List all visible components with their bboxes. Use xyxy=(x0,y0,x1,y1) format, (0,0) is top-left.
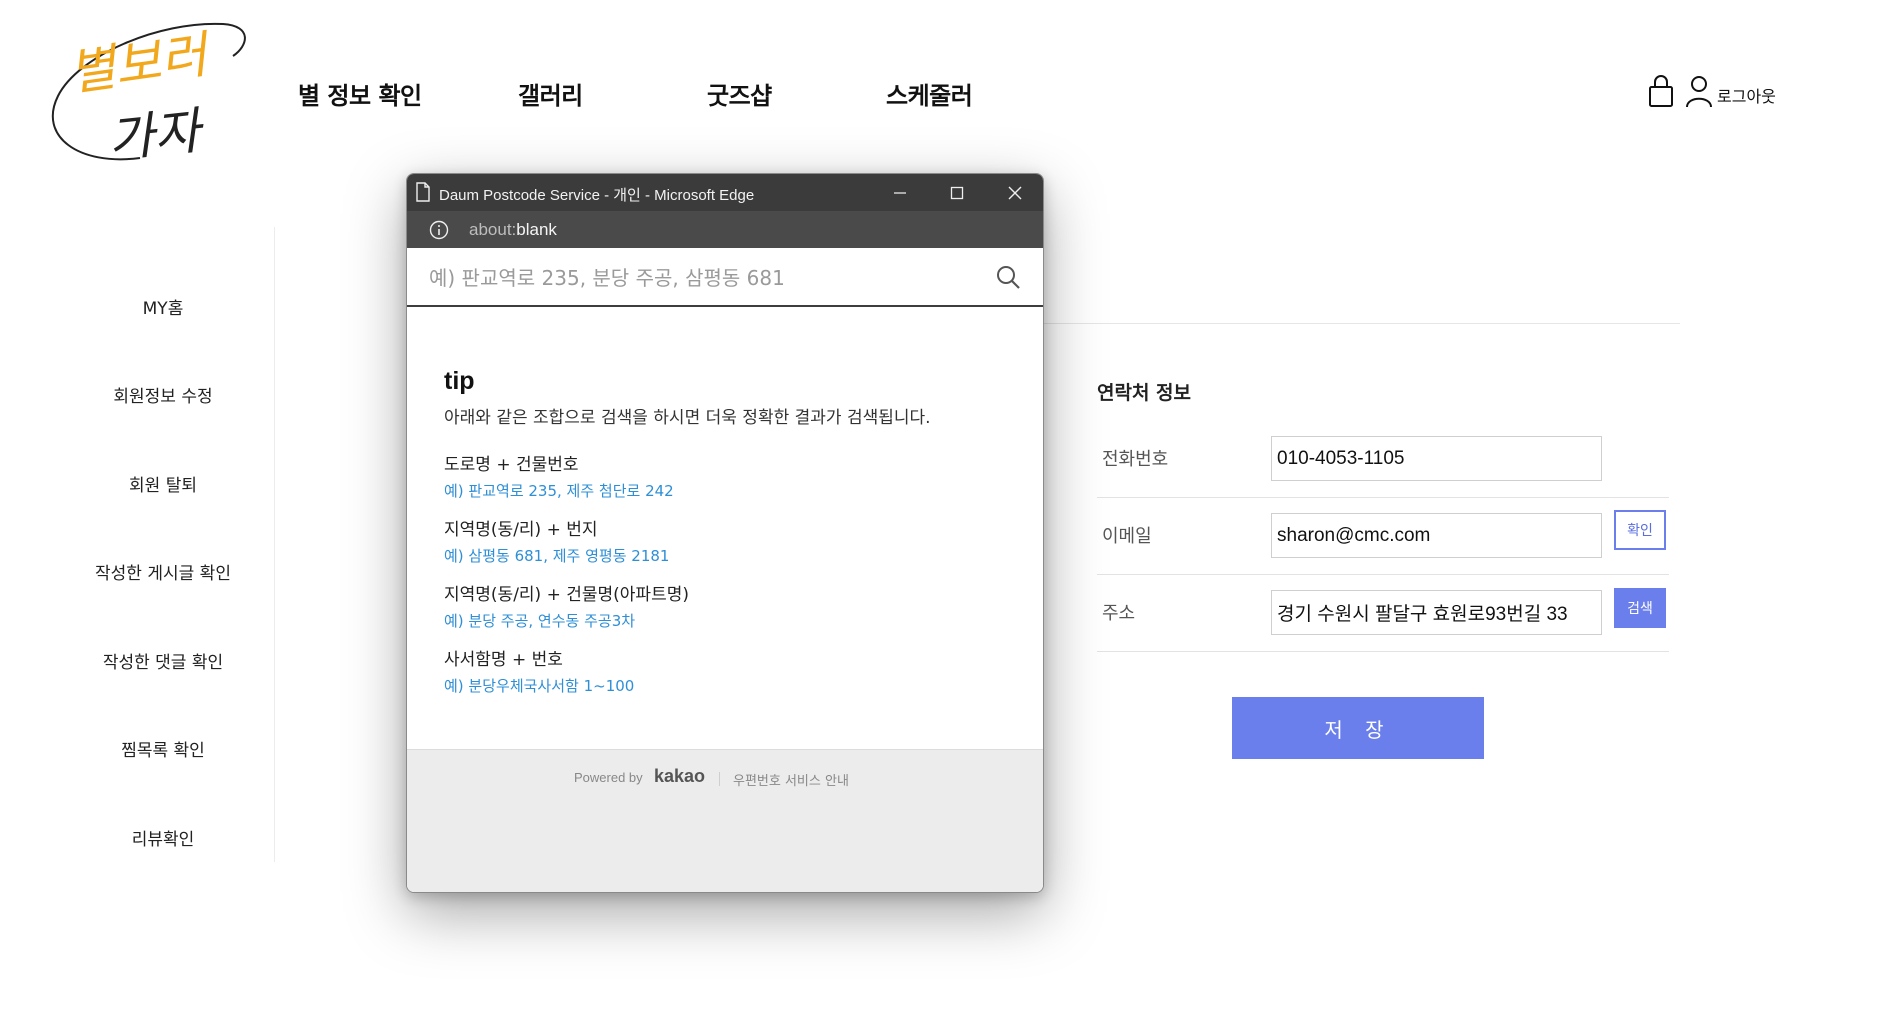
row-divider xyxy=(1097,651,1669,652)
maximize-icon[interactable] xyxy=(929,174,985,211)
logo-swoosh: 별보러 가자 xyxy=(51,22,246,169)
sidebar-divider xyxy=(274,227,275,862)
nav-scheduler[interactable]: 스케줄러 xyxy=(886,76,973,111)
nav-gallery[interactable]: 갤러리 xyxy=(518,76,583,111)
minimize-icon[interactable] xyxy=(872,174,928,211)
kakao-logo[interactable]: kakao xyxy=(654,766,705,787)
user-icon[interactable] xyxy=(1685,74,1713,112)
phone-field[interactable]: 010-4053-1105 xyxy=(1271,436,1602,481)
url-scheme: about: xyxy=(469,220,517,239)
logo-text-go: 가자 xyxy=(105,101,208,169)
postcode-popup-window: Daum Postcode Service - 개인 - Microsoft E… xyxy=(406,173,1044,893)
form-top-divider xyxy=(1040,323,1680,324)
sidebar-item-reviews[interactable]: 리뷰확인 xyxy=(0,825,326,850)
email-field[interactable]: sharon@cmc.com xyxy=(1271,513,1602,558)
sidebar-item-my-posts[interactable]: 작성한 게시글 확인 xyxy=(0,559,326,584)
postcode-footer: Powered by kakao 우편번호 서비스 안내 xyxy=(407,749,1043,892)
email-confirm-button[interactable]: 확인 xyxy=(1614,510,1666,550)
address-field[interactable]: 경기 수원시 팔달구 효원로93번길 33 xyxy=(1271,590,1602,635)
footer-separator xyxy=(719,772,720,786)
logout-link[interactable]: 로그아웃 xyxy=(1717,83,1776,107)
site-logo[interactable]: 별보러 가자 xyxy=(48,16,248,186)
nav-star-info[interactable]: 별 정보 확인 xyxy=(298,76,422,111)
search-icon[interactable] xyxy=(995,264,1021,294)
sidebar-item-my-comments[interactable]: 작성한 댓글 확인 xyxy=(0,648,326,673)
contact-section-title: 연락처 정보 xyxy=(1097,382,1192,404)
logo-text-star: 별보러 xyxy=(65,25,214,102)
window-titlebar[interactable]: Daum Postcode Service - 개인 - Microsoft E… xyxy=(407,174,1043,211)
url-text[interactable]: about:blank xyxy=(469,220,557,240)
example-label: 지역명(동/리) + 건물명(아파트명) xyxy=(444,585,689,605)
sidebar-item-withdraw[interactable]: 회원 탈퇴 xyxy=(0,471,326,496)
tip-title: tip xyxy=(444,367,475,395)
row-divider xyxy=(1097,574,1669,575)
sidebar-item-wishlist[interactable]: 찜목록 확인 xyxy=(0,736,326,761)
sidebar-item-edit-profile[interactable]: 회원정보 수정 xyxy=(0,382,326,407)
postcode-search-bar xyxy=(407,248,1043,307)
row-divider xyxy=(1097,497,1669,498)
close-icon[interactable] xyxy=(987,174,1043,211)
save-button[interactable]: 저 장 xyxy=(1232,697,1484,759)
address-bar[interactable]: about:blank xyxy=(407,211,1043,248)
phone-label: 전화번호 xyxy=(1102,449,1169,470)
example-sample: 예) 삼평동 681, 제주 영평동 2181 xyxy=(444,547,670,565)
example-sample: 예) 판교역로 235, 제주 첨단로 242 xyxy=(444,482,674,500)
example-label: 도로명 + 건물번호 xyxy=(444,455,579,475)
example-label: 사서함명 + 번호 xyxy=(444,650,563,670)
url-path: blank xyxy=(516,220,557,239)
document-icon xyxy=(415,182,431,206)
example-label: 지역명(동/리) + 번지 xyxy=(444,520,598,540)
address-label: 주소 xyxy=(1102,603,1136,624)
email-label: 이메일 xyxy=(1102,526,1152,547)
window-title: Daum Postcode Service - 개인 - Microsoft E… xyxy=(439,187,755,204)
shopping-bag-icon[interactable] xyxy=(1648,74,1674,112)
example-sample: 예) 분당 주공, 연수동 주공3차 xyxy=(444,612,636,630)
info-icon[interactable] xyxy=(429,220,449,244)
address-search-button[interactable]: 검색 xyxy=(1614,588,1666,628)
sidebar-item-my-home[interactable]: MY홈 xyxy=(0,294,326,319)
tip-description: 아래와 같은 조합으로 검색을 하시면 더욱 정확한 결과가 검색됩니다. xyxy=(444,408,931,428)
powered-by-text: Powered by xyxy=(574,770,643,785)
example-sample: 예) 분당우체국사서함 1~100 xyxy=(444,677,635,695)
postcode-guide-link[interactable]: 우편번호 서비스 안내 xyxy=(733,770,849,789)
postcode-search-input[interactable] xyxy=(427,248,991,307)
nav-goods-shop[interactable]: 굿즈샵 xyxy=(707,76,772,111)
